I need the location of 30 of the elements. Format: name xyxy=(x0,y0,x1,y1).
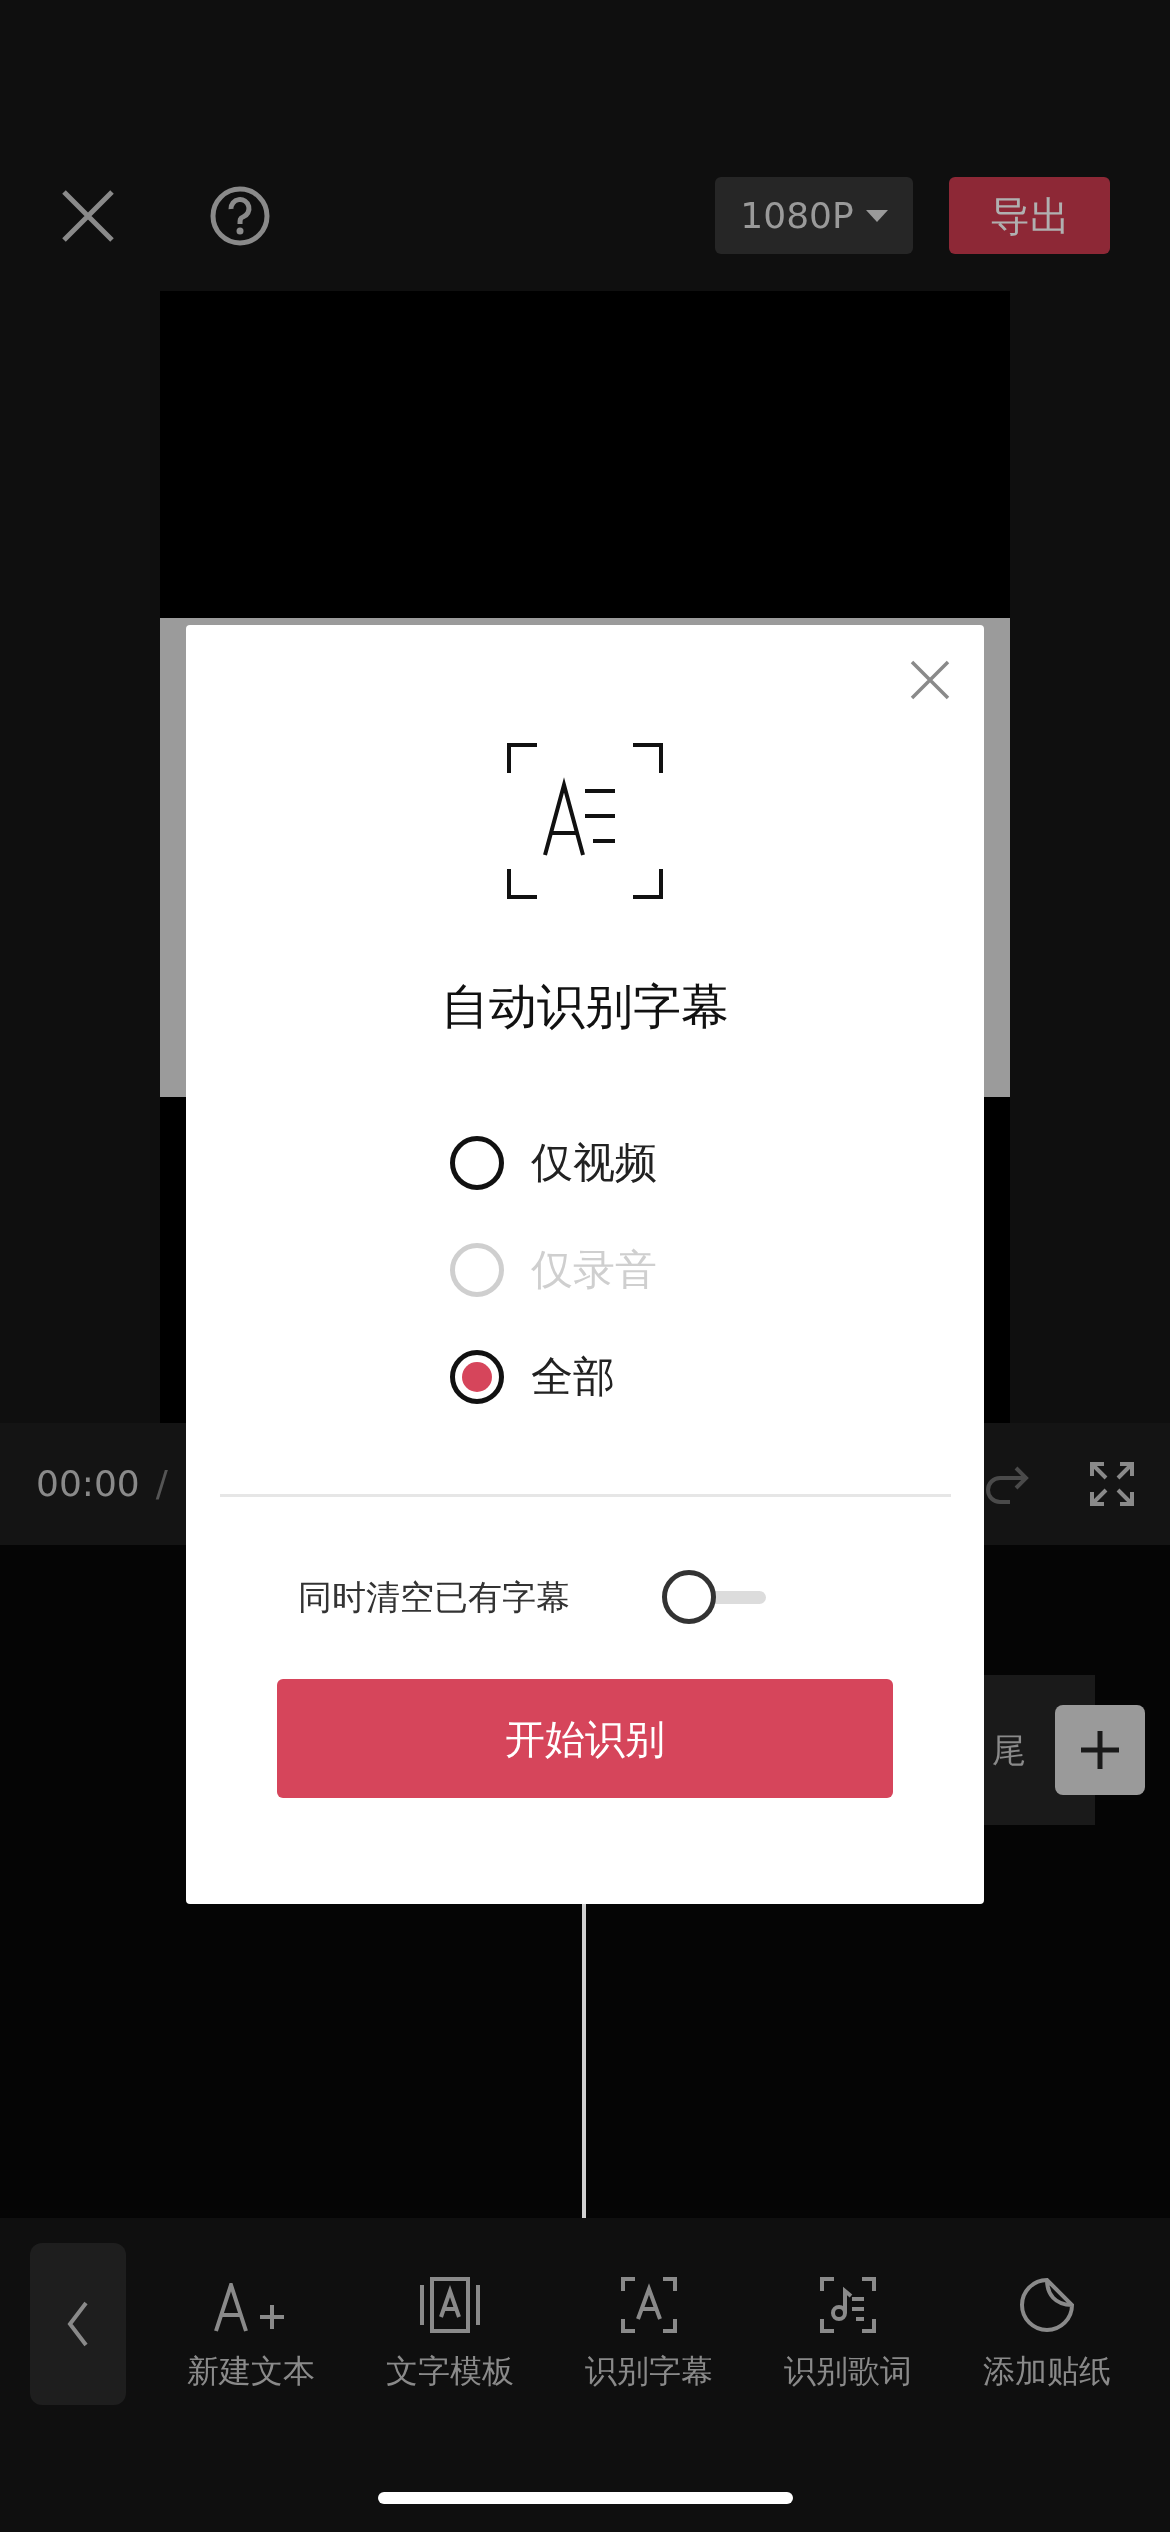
chevron-left-icon xyxy=(67,2301,89,2347)
music-note-icon xyxy=(819,2277,876,2333)
toolbar-item[interactable]: 新建文本 xyxy=(151,2243,350,2395)
toolbar-item[interactable]: 识别歌词 xyxy=(748,2243,947,2395)
fullscreen-icon[interactable] xyxy=(1090,1462,1134,1506)
toolbar-item[interactable]: 文字模板 xyxy=(350,2243,549,2395)
subtitle-recognition-icon xyxy=(507,743,663,899)
resolution-dropdown[interactable]: 1080P xyxy=(715,177,913,254)
plus-icon xyxy=(1079,1729,1121,1771)
time-separator: / xyxy=(155,1462,168,1506)
help-icon[interactable] xyxy=(209,184,271,247)
toggle-switch[interactable] xyxy=(662,1570,768,1624)
current-time: 00:00 xyxy=(36,1462,140,1506)
dialog-title: 自动识别字幕 xyxy=(441,982,729,1030)
radio-button[interactable] xyxy=(450,1350,504,1404)
close-icon[interactable] xyxy=(910,660,950,700)
caret-down-icon xyxy=(865,209,888,222)
option-label: 仅视频 xyxy=(531,1142,657,1184)
radio-button[interactable] xyxy=(450,1136,504,1190)
toolbar-item[interactable]: 识别字幕 xyxy=(549,2243,748,2395)
text-template-icon xyxy=(419,2277,480,2333)
add-button[interactable] xyxy=(1055,1705,1145,1795)
toolbar-item[interactable]: 添加贴纸 xyxy=(947,2243,1146,2395)
export-button[interactable]: 导出 xyxy=(949,177,1110,254)
sticker-icon xyxy=(1018,2277,1075,2333)
subtitle-recognition-icon xyxy=(620,2277,677,2333)
start-button[interactable]: 开始识别 xyxy=(277,1679,893,1798)
close-icon[interactable] xyxy=(60,187,116,244)
option-label: 全部 xyxy=(531,1356,615,1398)
clear-subtitles-label: 同时清空已有字幕 xyxy=(298,1575,570,1619)
